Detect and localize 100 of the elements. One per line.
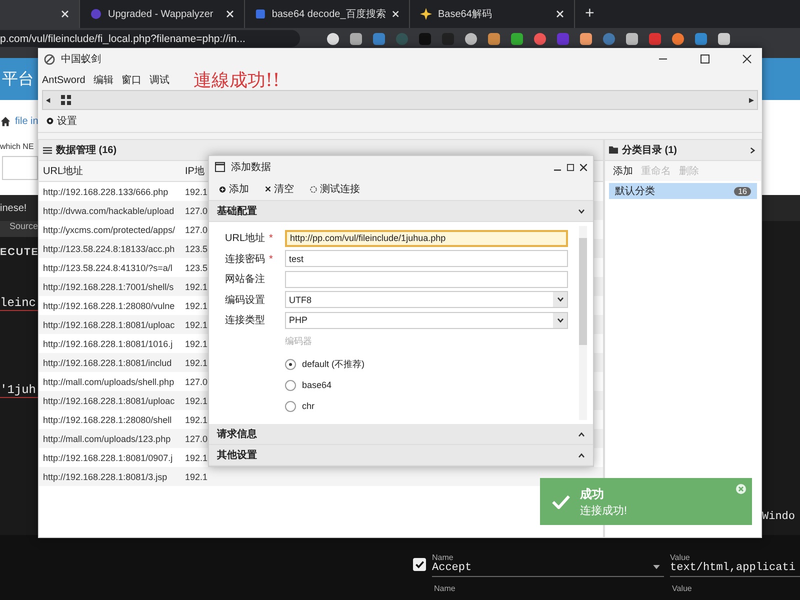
scroll-left-icon[interactable] (46, 98, 51, 102)
maximize-icon[interactable] (567, 164, 574, 170)
menu-item[interactable]: AntSword (42, 74, 86, 86)
scrollbar[interactable] (579, 226, 587, 420)
extension-icon[interactable] (717, 32, 731, 46)
new-tab-button[interactable]: + (575, 5, 604, 23)
site-icon (420, 8, 432, 20)
dropdown-button[interactable] (553, 292, 567, 308)
page-title: 平台 (2, 70, 34, 90)
chevron-icon[interactable] (578, 432, 585, 436)
toast-message: 连接成功! (580, 504, 628, 518)
window-icon (215, 162, 225, 172)
close-icon[interactable] (742, 54, 752, 64)
table-cell-text: 192.1 (184, 414, 209, 424)
chevron-icon[interactable] (556, 297, 564, 302)
table-cell-text: http://mall.com/uploads/123.php (42, 434, 172, 444)
table-cell-text: 127.0 (184, 376, 209, 386)
chevron-icon[interactable] (578, 208, 585, 214)
extension-icon[interactable] (625, 32, 639, 46)
menu-item[interactable]: 调试 (149, 73, 170, 87)
value-field[interactable]: Value text/html,applicati (670, 553, 800, 577)
table-cell-text: 192.1 (184, 282, 209, 292)
radio-option[interactable]: base64 (285, 374, 579, 396)
dialog-title: 添加数据 (231, 160, 271, 174)
breadcrumb-link[interactable]: file in (15, 116, 38, 126)
section-header[interactable]: 基础配置 (209, 201, 593, 222)
table-cell-text: 127.0 (184, 206, 209, 216)
grid-icon[interactable] (61, 95, 71, 105)
dropdown-icon[interactable] (653, 565, 660, 570)
close-icon[interactable] (580, 164, 587, 170)
field-label: URL地址 * (225, 232, 274, 246)
table-cell-text: 192.1 (184, 300, 209, 310)
field-label: Name (434, 584, 456, 593)
extension-icon[interactable] (579, 32, 593, 46)
toolbar-button[interactable]: 添加 (213, 180, 255, 198)
site-icon (255, 8, 266, 20)
table-cell-text: http://192.168.228.1:8081/uploac (42, 396, 176, 406)
chevron-icon[interactable] (556, 318, 564, 323)
toolbar-button[interactable]: 测试连接 (304, 180, 366, 198)
menu-item[interactable]: 编辑 (93, 73, 114, 87)
table-cell-text: http://192.168.228.1:8081/0907.j (42, 452, 174, 462)
address-field[interactable]: p.com/vul/fileinclude/fi_local.php?filename=php://in... (0, 30, 300, 47)
panel-title: 数据管理 (16) (56, 144, 117, 157)
chevron-icon[interactable] (578, 452, 585, 458)
table-cell-text: 123.5 (184, 262, 209, 272)
section-header[interactable]: 请求信息 (209, 424, 593, 445)
select-field[interactable]: PHP (285, 312, 568, 329)
field-label: 编码设置 (225, 294, 266, 307)
input-field[interactable]: http://pp.com/vul/fileinclude/1juhua.php (285, 230, 568, 247)
table-cell-text: 192.1 (184, 358, 209, 368)
plus-icon (219, 186, 226, 192)
home-icon[interactable] (0, 116, 11, 126)
name-field[interactable]: Name Accept (432, 553, 664, 577)
field-label: 网站备注 (225, 272, 266, 286)
extension-icon[interactable] (349, 32, 363, 46)
toolbar-button[interactable]: 清空 (259, 180, 300, 198)
window-title: 中国蚁剑 (61, 52, 101, 66)
field-label: 连接密码 * (225, 252, 274, 266)
app-logo-icon (44, 54, 55, 64)
execute-button[interactable]: ECUTE (0, 247, 38, 258)
source-tab[interactable]: Source (9, 221, 38, 237)
table-cell-text: http://192.168.228.133/666.php (42, 186, 170, 196)
toolbar-button[interactable]: 添加 (613, 164, 633, 178)
settings-button[interactable]: 设置 (57, 114, 77, 128)
check-icon (552, 494, 570, 508)
extension-icon[interactable] (326, 32, 340, 46)
checkbox[interactable] (413, 558, 426, 571)
input-field[interactable] (2, 156, 38, 180)
scroll-right-icon[interactable] (749, 98, 754, 102)
menu-item[interactable]: 窗口 (121, 73, 142, 87)
table-cell-text: http://192.168.228.1:8081/3.jsp (42, 472, 168, 482)
table-cell-text: http://192.168.228.1:28080/shell (42, 414, 173, 424)
extension-icon[interactable] (671, 32, 685, 46)
category-item[interactable]: 默认分类 16 (609, 183, 757, 199)
extension-icon[interactable] (487, 32, 501, 46)
extension-icon[interactable] (510, 32, 524, 46)
table-cell-text: 127.0 (184, 224, 209, 234)
radio-option[interactable]: default (不推荐) (285, 354, 579, 374)
group-label: 编码器 (285, 334, 313, 348)
extension-icon[interactable] (464, 32, 478, 46)
table-cell-text: http://192.168.228.1:7001/shell/s (42, 282, 175, 292)
input-field[interactable]: test (285, 250, 568, 268)
maximize-icon[interactable] (700, 54, 710, 64)
select-field[interactable]: UTF8 (285, 291, 568, 308)
chevron-icon[interactable] (750, 146, 755, 154)
field-label: 连接类型 (225, 314, 266, 328)
radio-option[interactable]: chr (285, 396, 579, 416)
section-header[interactable]: 其他设置 (209, 445, 593, 466)
table-cell-text: http://yxcms.com/protected/apps/ (42, 224, 176, 234)
dropdown-button[interactable] (553, 312, 567, 328)
table-cell-text: 192.1 (184, 472, 209, 482)
site-icon (90, 8, 102, 20)
input-field[interactable] (285, 270, 568, 288)
table-cell-text: http://mall.com/uploads/shell.php (42, 376, 176, 386)
table-cell-text: http://dvwa.com/hackable/upload (42, 206, 176, 216)
panel-title: 分类目录 (1) (622, 144, 677, 157)
table-cell-text: http://192.168.228.1:28080/vulne (42, 300, 176, 310)
annotation-text: 連線成功!! (193, 69, 280, 92)
table-cell-text: http://192.168.228.1:8081/includ (42, 358, 173, 368)
column-header[interactable]: URL地址 (39, 164, 181, 178)
